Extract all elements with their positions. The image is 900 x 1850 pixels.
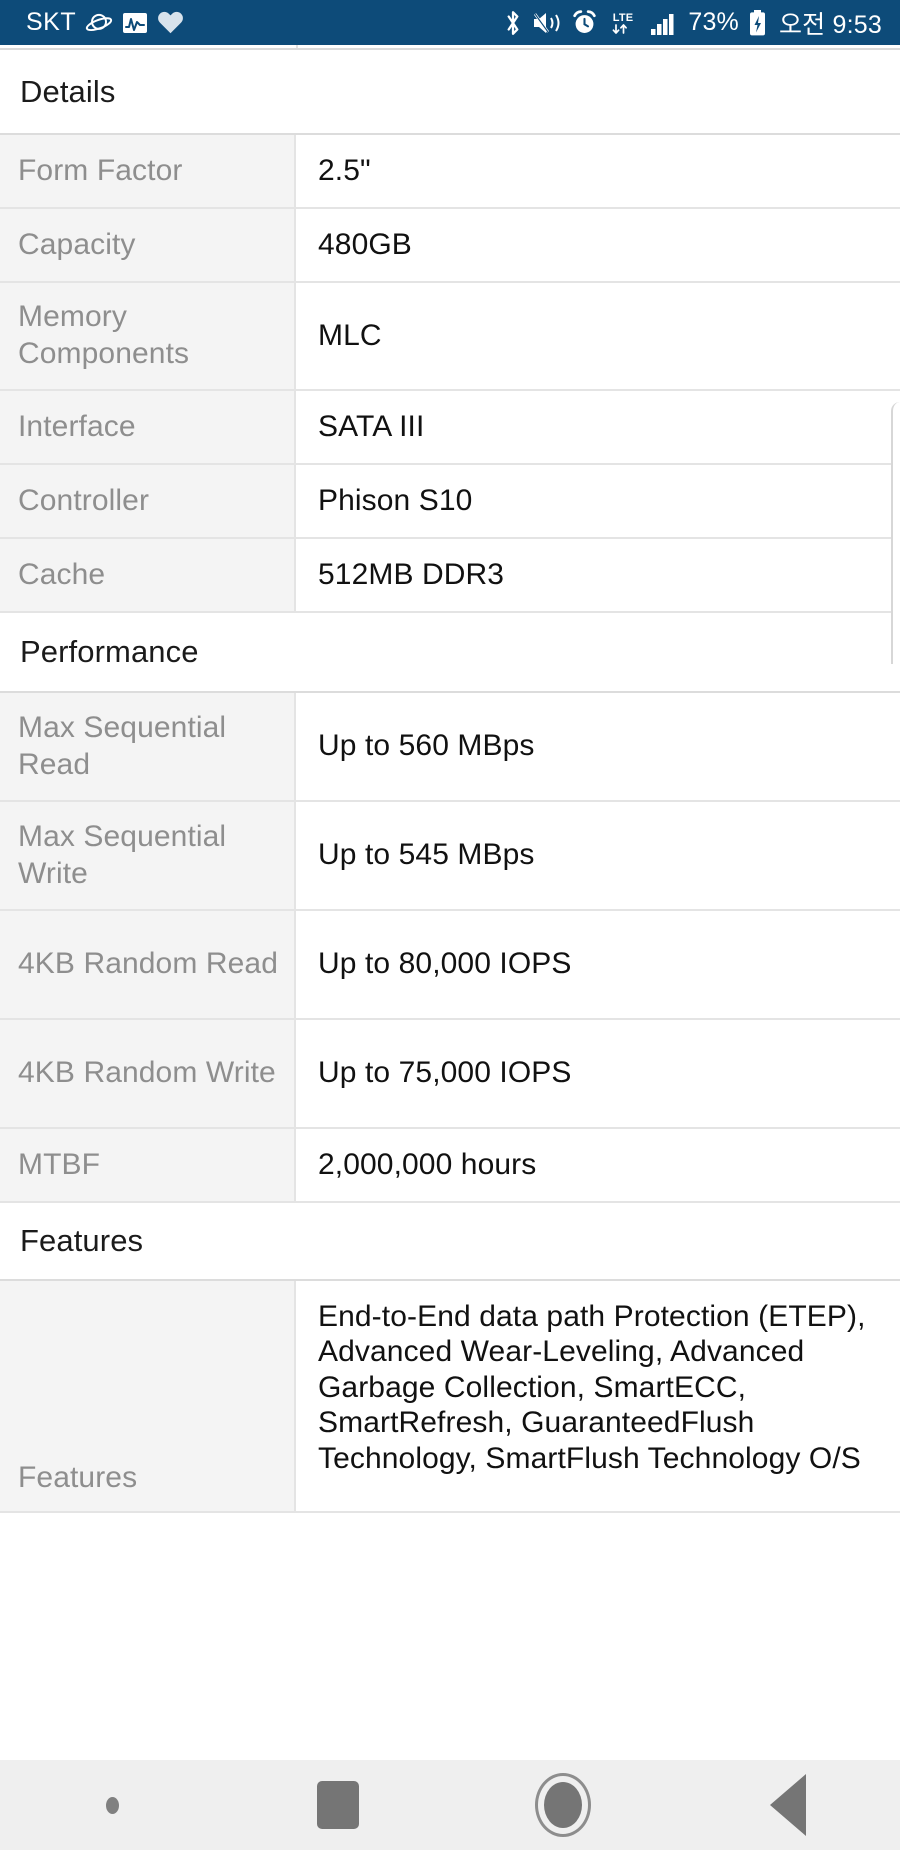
spec-value: Up to 560 MBps (296, 693, 900, 800)
home-circle-fill (543, 1782, 582, 1828)
lte-data-icon: LTE (607, 9, 641, 37)
table-row[interactable]: Features End-to-End data path Protection… (0, 1281, 900, 1513)
spec-label: MTBF (0, 1129, 296, 1201)
table-row[interactable]: Form Factor 2.5" (0, 135, 900, 209)
spec-value: 480GB (296, 209, 900, 281)
android-navigation-bar (0, 1760, 900, 1850)
spec-value: 2.5" (296, 135, 900, 207)
section-header-performance: Performance (0, 613, 900, 693)
spec-value: Phison S10 (296, 465, 900, 537)
heart-icon (157, 10, 184, 35)
section-title: Performance (20, 634, 199, 669)
table-row[interactable]: MTBF 2,000,000 hours (0, 1129, 900, 1203)
spec-label: Features (0, 1281, 296, 1511)
home-button[interactable] (450, 1760, 675, 1850)
spec-value: 512MB DDR3 (296, 539, 900, 611)
spec-label: Capacity (0, 209, 296, 281)
signal-bars-icon (650, 10, 678, 36)
spec-label: 4KB Random Write (0, 1020, 296, 1127)
saturn-icon (85, 9, 113, 37)
spec-label: 4KB Random Read (0, 911, 296, 1018)
spec-value: Up to 75,000 IOPS (296, 1020, 900, 1127)
carrier-label: SKT (26, 8, 77, 36)
status-bar-left: SKT (26, 8, 184, 37)
spec-value: 2,000,000 hours (296, 1129, 900, 1201)
table-row[interactable]: Max Sequential Read Up to 560 MBps (0, 693, 900, 802)
table-row[interactable]: Interface SATA III (0, 391, 900, 465)
recents-square-icon (316, 1781, 359, 1829)
section-header-details: Details (0, 50, 900, 135)
spec-label: Interface (0, 391, 296, 463)
section-title: Features (20, 1223, 144, 1258)
spec-label: Cache (0, 539, 296, 611)
activity-chart-icon (122, 11, 148, 35)
clock-label: 오전 9:53 (778, 10, 882, 39)
home-circle-icon (534, 1773, 591, 1837)
section-header-features: Features (0, 1203, 900, 1281)
svg-text:LTE: LTE (613, 12, 634, 24)
table-row[interactable]: 4KB Random Read Up to 80,000 IOPS (0, 911, 900, 1020)
spec-label: Max Sequential Write (0, 802, 296, 909)
battery-charging-icon (748, 9, 767, 37)
notification-dot-icon (106, 1796, 119, 1814)
spec-value: Up to 80,000 IOPS (296, 911, 900, 1018)
status-bar-right: LTE 73% 오전 9:53 (503, 5, 882, 41)
spec-value: MLC (296, 283, 900, 389)
bluetooth-icon (503, 9, 523, 37)
table-row[interactable]: Memory Components MLC (0, 283, 900, 391)
battery-percent-label: 73% (688, 8, 739, 36)
alarm-clock-icon (571, 9, 598, 36)
spec-label: Max Sequential Read (0, 693, 296, 800)
section-title: Details (20, 73, 116, 109)
back-button[interactable] (675, 1760, 900, 1850)
table-row[interactable]: Capacity 480GB (0, 209, 900, 283)
spec-label: Form Factor (0, 135, 296, 207)
spec-value: SATA III (296, 391, 900, 463)
back-triangle-icon (769, 1774, 806, 1836)
spec-label: Controller (0, 465, 296, 537)
table-row[interactable]: 4KB Random Write Up to 75,000 IOPS (0, 1020, 900, 1129)
spec-table-scroll-area[interactable]: Details Form Factor 2.5" Capacity 480GB … (0, 45, 900, 1760)
column-divider (296, 45, 298, 48)
recents-button[interactable] (225, 1760, 450, 1850)
table-row[interactable]: Cache 512MB DDR3 (0, 539, 900, 613)
notification-dot-slot (0, 1760, 225, 1850)
spec-label: Memory Components (0, 283, 296, 389)
table-row[interactable]: Controller Phison S10 (0, 465, 900, 539)
spec-value: Up to 545 MBps (296, 802, 900, 909)
mute-vibrate-icon (532, 10, 562, 36)
spec-value: End-to-End data path Protection (ETEP), … (296, 1281, 900, 1511)
status-bar: SKT LTE 73% 오전 9:53 (0, 0, 900, 45)
table-row[interactable]: Max Sequential Write Up to 545 MBps (0, 802, 900, 911)
